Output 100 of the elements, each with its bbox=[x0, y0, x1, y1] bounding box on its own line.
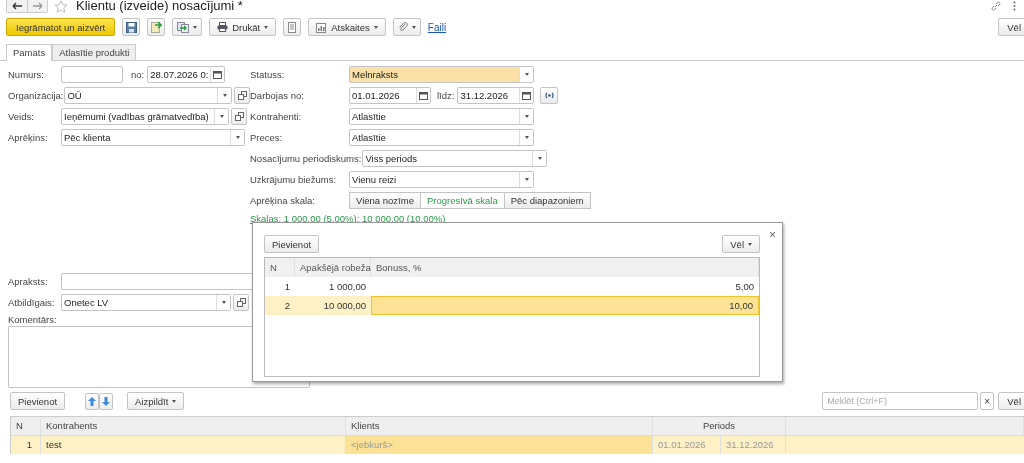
move-up-button[interactable] bbox=[85, 392, 100, 410]
save-button[interactable] bbox=[122, 18, 141, 36]
dropdown-field[interactable]: Atlasītie bbox=[349, 108, 534, 125]
column-header: Apakšējā robeža bbox=[295, 258, 371, 277]
column-header: Periods bbox=[653, 417, 786, 435]
reports-button[interactable]: Atskaites bbox=[308, 18, 386, 36]
table-row[interactable]: 2 10 000,00 10,00 bbox=[265, 296, 759, 315]
window-icon bbox=[237, 91, 247, 100]
field-label: Komentārs: bbox=[7, 314, 58, 326]
calendar-icon bbox=[522, 91, 532, 100]
dropdown-field[interactable]: Melnraksts bbox=[349, 66, 534, 83]
caret-icon bbox=[524, 178, 529, 181]
more-button[interactable]: Vēl bbox=[998, 18, 1024, 36]
period-button[interactable] bbox=[540, 87, 559, 104]
more-button[interactable]: Vēl bbox=[722, 235, 760, 253]
post-button[interactable] bbox=[147, 18, 166, 36]
field-label: Atbildīgais: bbox=[8, 297, 56, 308]
date-field[interactable]: 28.07.2026 0: bbox=[147, 66, 226, 83]
number-field[interactable] bbox=[61, 66, 123, 83]
create-based-on-button[interactable] bbox=[172, 18, 203, 36]
table-cell: <jebkurš> bbox=[346, 436, 653, 454]
field-label: no: bbox=[131, 69, 145, 80]
caret-icon bbox=[524, 73, 529, 76]
dropdown-field[interactable]: Pēc klienta bbox=[61, 129, 245, 146]
more-icon bbox=[1013, 1, 1016, 11]
broadcast-icon bbox=[543, 92, 555, 99]
caret-icon bbox=[524, 115, 529, 118]
fill-button[interactable]: Aizpildīt bbox=[127, 392, 185, 410]
field-label: Aprēķins: bbox=[8, 132, 49, 143]
back-button[interactable] bbox=[7, 0, 27, 12]
open-button[interactable] bbox=[234, 87, 251, 104]
dropdown-field[interactable]: Ieņēmumi (vadības grāmatvedība) bbox=[61, 108, 229, 125]
scale-option[interactable]: Viena nozīme bbox=[349, 192, 421, 209]
print-button[interactable]: Drukāt bbox=[209, 18, 277, 36]
caret-icon bbox=[219, 115, 224, 118]
files-link[interactable]: Faili bbox=[427, 21, 447, 33]
calendar-icon bbox=[213, 70, 223, 79]
table-cell: 1 bbox=[11, 436, 41, 454]
date-field[interactable]: 01.01.2026 bbox=[349, 87, 431, 104]
column-header: N bbox=[265, 258, 295, 277]
field-label: līdz: bbox=[437, 90, 455, 101]
close-button[interactable]: × bbox=[769, 229, 776, 241]
arrow-left-icon bbox=[12, 2, 22, 10]
caret-icon bbox=[235, 136, 240, 139]
field-label: Numurs: bbox=[8, 69, 45, 80]
dropdown-field[interactable]: Viss periods bbox=[362, 150, 548, 167]
field-label: Nosacījumu periodiskums: bbox=[250, 153, 363, 164]
caret-icon bbox=[222, 94, 227, 97]
dropdown-field[interactable]: OÜ bbox=[64, 87, 233, 104]
add-button[interactable]: Pievienot bbox=[10, 392, 66, 410]
tab[interactable]: Atlasītie produkti bbox=[52, 44, 137, 60]
dropdown-field[interactable]: Onetec LV bbox=[61, 294, 231, 311]
clear-button[interactable]: × bbox=[980, 392, 995, 410]
caret-icon bbox=[221, 301, 226, 304]
scale-option[interactable]: Pēc diapazoniem bbox=[504, 192, 591, 209]
arrow-up-icon bbox=[88, 396, 97, 406]
table-cell-text: 5,00 bbox=[734, 280, 755, 294]
scales-link[interactable]: Skalas: 1 000,00 (5,00%); 10 000,00 (10,00%) bbox=[250, 213, 446, 224]
caret-icon bbox=[172, 399, 177, 403]
open-button[interactable] bbox=[231, 108, 247, 125]
post-and-close-button[interactable]: Iegrāmatot un aizvērt bbox=[6, 18, 116, 36]
field-label: Uzkrājumu biežums: bbox=[250, 174, 338, 185]
caret-icon bbox=[193, 25, 198, 29]
add-button[interactable]: Pievienot bbox=[264, 235, 320, 253]
attach-button[interactable] bbox=[392, 18, 421, 36]
table-row[interactable]: 1 1 000,00 5,00 bbox=[265, 277, 759, 296]
field-label: Statuss: bbox=[250, 69, 286, 80]
search-field[interactable]: Meklēt (Ctrl+F) bbox=[822, 392, 979, 410]
floppy-icon bbox=[125, 21, 137, 33]
window-icon bbox=[234, 112, 244, 121]
field-label: Organizācija: bbox=[8, 90, 65, 101]
scale-option[interactable]: Progresīvā skala bbox=[420, 192, 505, 209]
field-label: Darbojas no: bbox=[250, 90, 305, 101]
date-field[interactable]: 31.12.2026 bbox=[457, 87, 535, 104]
table-cell: 10,00 bbox=[371, 296, 759, 315]
column-header: Kontrahents bbox=[41, 417, 346, 435]
field-label: Aprēķina skala: bbox=[250, 195, 316, 206]
open-button[interactable] bbox=[233, 294, 249, 311]
list-button[interactable] bbox=[283, 18, 302, 36]
field-label: Preces: bbox=[250, 132, 284, 143]
table-cell: 01.01.2026 bbox=[653, 436, 721, 454]
arrow-right-icon bbox=[32, 2, 43, 10]
documents-arrow-icon bbox=[177, 21, 190, 33]
dropdown-field[interactable]: Vienu reizi bbox=[349, 171, 534, 188]
list-icon bbox=[288, 21, 297, 33]
arrow-down-icon bbox=[102, 396, 111, 406]
column-header: Bonuss, % bbox=[371, 258, 759, 277]
table-cell: 31.12.2026 bbox=[721, 436, 786, 454]
table-row[interactable]: 1 test <jebkurš> 01.01.2026 31.12.2026 bbox=[11, 436, 1024, 454]
move-down-button[interactable] bbox=[99, 392, 114, 410]
table-cell-text: 2 bbox=[283, 299, 291, 313]
table-cell-text: 1 bbox=[283, 280, 291, 294]
more-button[interactable]: Vēl bbox=[998, 392, 1024, 410]
tab[interactable]: Pamats bbox=[6, 44, 53, 61]
calendar-icon bbox=[419, 91, 428, 100]
field-label: Kontrahenti: bbox=[250, 111, 303, 122]
link-icon bbox=[991, 1, 1001, 11]
caret-icon bbox=[411, 25, 416, 29]
dropdown-field[interactable]: Atlasītie bbox=[349, 129, 534, 146]
window-title: Klientu (izveide) nosacījumi * bbox=[76, 0, 243, 12]
